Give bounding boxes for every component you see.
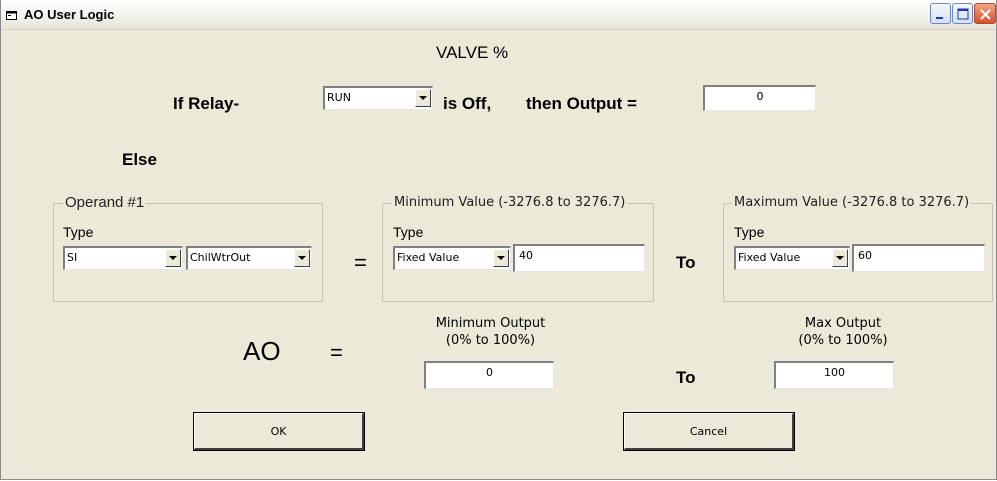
min-type-select[interactable]: Fixed Value <box>393 246 511 270</box>
operand-point-dropdown-button[interactable] <box>294 249 310 267</box>
max-type-dropdown-button[interactable] <box>832 249 848 267</box>
max-type-select[interactable]: Fixed Value <box>734 246 850 270</box>
relay-output-field[interactable]: 0 <box>703 85 816 111</box>
operand-type-value: SI <box>67 251 78 264</box>
if-relay-label: If Relay- <box>173 94 240 113</box>
relay-dropdown-button[interactable] <box>415 89 431 107</box>
ao-user-logic-window: AO User Logic VALVE % If Relay- RUN is O… <box>0 0 997 480</box>
app-window-icon <box>6 8 18 20</box>
window-title: AO User Logic <box>24 7 115 22</box>
close-icon <box>980 9 991 20</box>
min-output-range-label: (0% to 100%) <box>445 333 536 348</box>
relay-select[interactable]: RUN <box>323 86 433 110</box>
max-output-field[interactable]: 100 <box>774 361 894 389</box>
operand-point-select[interactable]: ChilWtrOut <box>186 246 312 270</box>
ao-equals-sign: = <box>330 340 343 365</box>
operand-type-select[interactable]: SI <box>63 246 183 270</box>
maximum-value-legend: Maximum Value (-3276.8 to 3276.7) <box>732 195 972 210</box>
max-type-value: Fixed Value <box>738 251 801 264</box>
min-type-dropdown-button[interactable] <box>493 249 509 267</box>
chevron-down-icon <box>298 256 306 260</box>
maximize-button[interactable] <box>952 3 973 24</box>
chevron-down-icon <box>169 256 177 260</box>
minimum-value-legend: Minimum Value (-3276.8 to 3276.7) <box>392 195 628 210</box>
is-off-label: is Off, <box>443 94 492 113</box>
cancel-button[interactable]: Cancel <box>623 412 795 451</box>
max-output-label: Max Output <box>804 316 882 331</box>
min-type-label: Type <box>393 224 424 240</box>
close-button[interactable] <box>974 3 996 24</box>
max-output-range-label: (0% to 100%) <box>798 333 888 348</box>
title-bar[interactable]: AO User Logic <box>1 0 996 30</box>
min-output-field[interactable]: 0 <box>424 361 554 389</box>
then-output-label: then Output = <box>526 94 637 113</box>
chevron-down-icon <box>497 256 505 260</box>
chevron-down-icon <box>419 96 427 100</box>
operand-1-legend: Operand #1 <box>63 194 147 211</box>
max-type-label: Type <box>734 224 765 240</box>
operand-type-dropdown-button[interactable] <box>165 249 181 267</box>
minimize-icon <box>936 17 943 19</box>
min-value-field[interactable]: 40 <box>513 244 645 272</box>
min-max-to-label: To <box>676 253 696 272</box>
min-type-value: Fixed Value <box>397 251 460 264</box>
operand-point-value: ChilWtrOut <box>190 251 251 264</box>
maximize-icon <box>957 8 969 20</box>
output-to-label: To <box>676 368 696 387</box>
else-label: Else <box>122 150 157 169</box>
max-value-field[interactable]: 60 <box>852 244 985 272</box>
relay-select-value: RUN <box>327 91 351 104</box>
ao-label: AO <box>243 336 281 366</box>
min-output-label: Minimum Output <box>435 316 546 331</box>
valve-heading: VALVE % <box>436 43 509 62</box>
chevron-down-icon <box>836 256 844 260</box>
operand-type-label: Type <box>63 224 94 240</box>
minimize-button[interactable] <box>930 3 951 24</box>
operand-equals-sign: = <box>354 250 367 275</box>
ok-button[interactable]: OK <box>193 412 365 451</box>
